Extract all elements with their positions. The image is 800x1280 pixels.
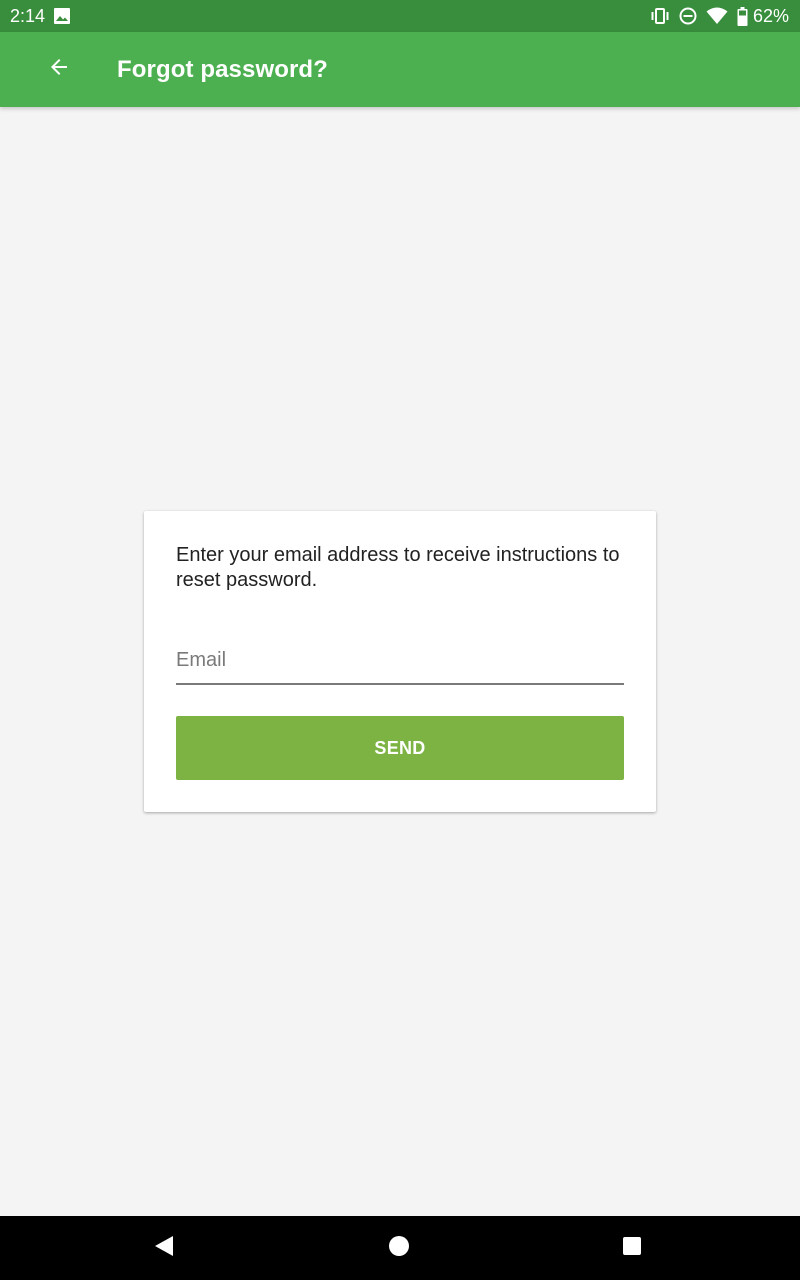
arrow-back-icon bbox=[47, 55, 71, 84]
app-bar: Forgot password? bbox=[0, 32, 800, 107]
status-bar-right: 62% bbox=[650, 6, 789, 27]
image-notification-icon bbox=[53, 7, 71, 25]
back-triangle-icon bbox=[154, 1235, 174, 1262]
system-nav-bar bbox=[0, 1216, 800, 1280]
nav-back-button[interactable] bbox=[124, 1216, 204, 1280]
page-title: Forgot password? bbox=[117, 55, 328, 83]
do-not-disturb-icon bbox=[679, 7, 697, 25]
battery-icon bbox=[737, 6, 748, 26]
status-time: 2:14 bbox=[10, 5, 46, 26]
back-button[interactable] bbox=[31, 42, 87, 98]
recents-square-icon bbox=[622, 1236, 642, 1261]
status-bar: 2:14 62% bbox=[0, 0, 800, 32]
email-field[interactable] bbox=[176, 643, 624, 685]
nav-recents-button[interactable] bbox=[592, 1216, 672, 1280]
forgot-password-card: Enter your email address to receive inst… bbox=[144, 511, 656, 812]
send-button[interactable]: SEND bbox=[176, 716, 624, 780]
status-bar-left: 2:14 bbox=[10, 6, 71, 27]
instructions-text: Enter your email address to receive inst… bbox=[176, 544, 620, 591]
nav-home-button[interactable] bbox=[359, 1216, 439, 1280]
home-circle-icon bbox=[388, 1235, 410, 1262]
battery-percent: 62% bbox=[752, 5, 789, 26]
vibrate-icon bbox=[650, 7, 670, 25]
wifi-icon bbox=[706, 7, 728, 25]
